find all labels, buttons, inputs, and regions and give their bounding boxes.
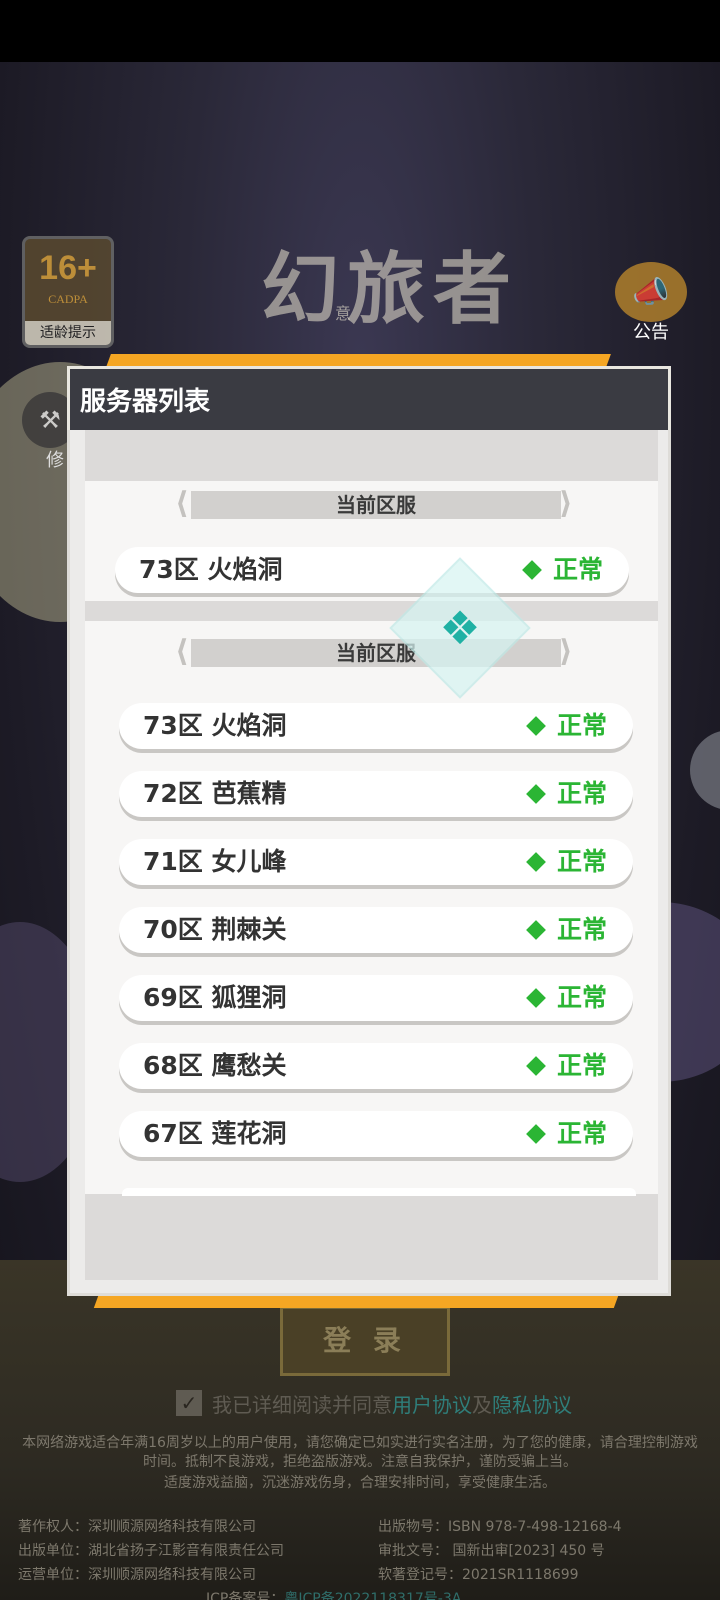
dialog-accent-bottom: [93, 1296, 619, 1308]
server-status: 正常: [557, 983, 608, 1012]
server-name: 68区 鹰愁关: [143, 1051, 287, 1080]
server-name: 73区 火焰洞: [139, 555, 283, 584]
age-rating-number: 16+: [39, 249, 97, 287]
server-row[interactable]: 69区 狐狸洞 正常: [119, 975, 633, 1021]
footer-health: 适度游戏益脑，沉迷游戏伤身，合理安排时间，享受健康生活。: [164, 1475, 556, 1491]
footer-publisher: 出版单位：湖北省扬子江影音有限责任公司: [18, 1543, 284, 1559]
current-section-header: ⟨ ⟩ 当前区服: [175, 489, 573, 521]
current-server-row[interactable]: 73区 火焰洞 正常: [115, 547, 629, 593]
panel-divider: [85, 601, 658, 621]
status-dot-icon: [526, 1124, 546, 1144]
server-name: 71区 女儿峰: [143, 847, 287, 876]
user-agreement-link[interactable]: 用户协议: [392, 1389, 472, 1418]
server-status: 正常: [557, 711, 608, 740]
server-name: 67区 莲花洞: [143, 1119, 287, 1148]
footer-copyright: 著作权人：深圳顺源网络科技有限公司: [18, 1519, 256, 1535]
server-name: 73区 火焰洞: [143, 711, 287, 740]
age-rating-org: CADPA: [48, 292, 88, 306]
footer-icp-link[interactable]: 粤ICP备2022118317号-3A: [284, 1591, 461, 1600]
dialog-title: 服务器列表: [80, 387, 211, 417]
status-dot-icon: [526, 1056, 546, 1076]
footer-warning: 本网络游戏适合年满16周岁以上的用户使用，请您确定已如实进行实名注册，为了您的健…: [22, 1435, 698, 1470]
footer-approval: 审批文号： 国新出审[2023] 450 号: [378, 1543, 605, 1559]
server-row[interactable]: 67区 莲花洞 正常: [119, 1111, 633, 1157]
dialog-top-strip: [85, 430, 658, 481]
game-logo-sub: 意: [335, 304, 352, 323]
server-row[interactable]: 71区 女儿峰 正常: [119, 839, 633, 885]
footer-operator: 运营单位：深圳顺源网络科技有限公司: [18, 1567, 256, 1583]
scroll-partial-row: [122, 1188, 636, 1196]
server-status: 正常: [557, 1119, 608, 1148]
status-dot-icon: [526, 784, 546, 804]
agree-checkbox[interactable]: ✓: [176, 1390, 202, 1416]
dialog-bottom-strip: [85, 1194, 658, 1280]
footer-publisher-no: 出版物号：ISBN 978-7-498-12168-4: [378, 1519, 622, 1535]
footer-software-reg: 软著登记号：2021SR1118699: [378, 1567, 579, 1583]
status-dot-icon: [526, 988, 546, 1008]
current-section-label: 当前区服: [336, 493, 416, 517]
server-status: 正常: [557, 1051, 608, 1080]
agree-text: 我已详细阅读并同意: [212, 1392, 392, 1417]
megaphone-icon: 📣: [615, 262, 687, 322]
top-bar: [0, 0, 720, 62]
server-status: 正常: [553, 555, 604, 584]
notice-button[interactable]: 📣 公告: [612, 262, 690, 343]
age-rating-label: 适龄提示: [25, 321, 111, 345]
edit-label: 修: [46, 450, 64, 471]
server-name: 70区 荆棘关: [143, 915, 287, 944]
game-logo: 幻旅者: [260, 244, 519, 335]
server-name: 69区 狐狸洞: [143, 983, 287, 1012]
status-dot-icon: [522, 560, 542, 580]
server-status: 正常: [557, 779, 608, 808]
server-row[interactable]: 68区 鹰愁关 正常: [119, 1043, 633, 1089]
server-row[interactable]: 70区 荆棘关 正常: [119, 907, 633, 953]
agree-and: 及: [472, 1392, 492, 1417]
status-dot-icon: [526, 716, 546, 736]
dialog-body: ⟨ ⟩ 当前区服 73区 火焰洞 正常 ⟨ ⟩ 当前区服 73区 火焰洞 正常 …: [67, 430, 671, 1296]
footer-icp-label: ICP备案号：: [206, 1591, 285, 1600]
status-dot-icon: [526, 920, 546, 940]
server-row[interactable]: 72区 芭蕉精 正常: [119, 771, 633, 817]
login-button[interactable]: 登 录: [280, 1306, 450, 1376]
server-status: 正常: [557, 915, 608, 944]
footer: 本网络游戏适合年满16周岁以上的用户使用，请您确定已如实进行实名注册，为了您的健…: [0, 1434, 720, 1600]
dialog-header: 服务器列表: [67, 366, 671, 430]
server-list-dialog: 服务器列表 ⟨ ⟩ 当前区服 73区 火焰洞 正常 ⟨ ⟩ 当前区服 73区 火…: [67, 366, 671, 1296]
loading-diamond-icon: ❖: [389, 557, 531, 699]
current-server-panel: ⟨ ⟩ 当前区服 73区 火焰洞 正常: [85, 481, 658, 601]
server-list-panel: ⟨ ⟩ 当前区服 73区 火焰洞 正常 72区 芭蕉精 正常 71区 女儿峰 正…: [85, 621, 658, 1194]
age-rating-badge[interactable]: 16+ CADPA 适龄提示: [22, 236, 114, 348]
server-status: 正常: [557, 847, 608, 876]
server-row[interactable]: 73区 火焰洞 正常: [119, 703, 633, 749]
status-dot-icon: [526, 852, 546, 872]
agreement-row: ✓ 我已详细阅读并同意 用户协议 及 隐私协议: [176, 1388, 696, 1418]
privacy-agreement-link[interactable]: 隐私协议: [492, 1389, 572, 1418]
server-name: 72区 芭蕉精: [143, 779, 287, 808]
